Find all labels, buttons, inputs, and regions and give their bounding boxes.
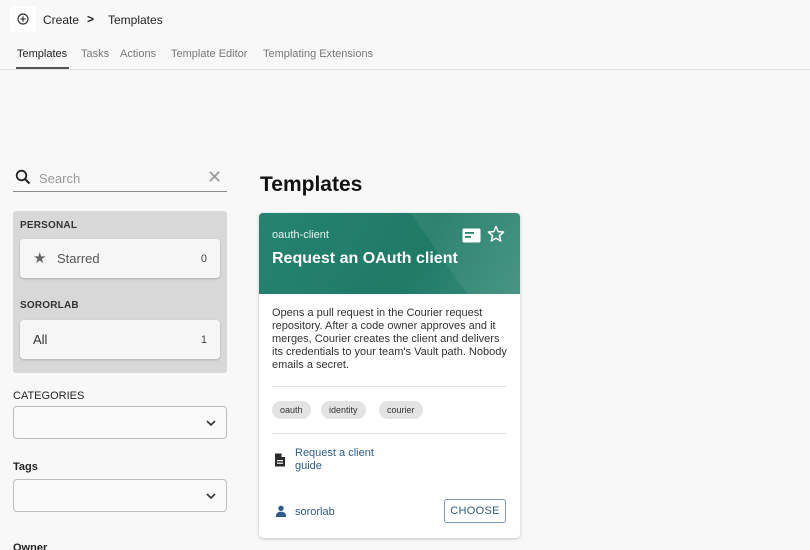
search-icon <box>15 169 31 185</box>
divider <box>272 433 506 434</box>
user-icon <box>275 505 287 517</box>
template-card: oauth-client Request an OAuth client Ope… <box>259 213 520 538</box>
document-icon[interactable] <box>462 228 481 243</box>
page-title: Templates <box>260 173 363 196</box>
filter-starred-label: Starred <box>57 251 100 266</box>
card-description: Opens a pull request in the Courier requ… <box>272 307 507 371</box>
filter-all[interactable]: All 1 <box>20 320 220 359</box>
tag-chip[interactable]: identity <box>321 401 366 419</box>
breadcrumb-current: Templates <box>108 13 163 27</box>
star-outline-icon[interactable] <box>487 225 505 243</box>
filter-starred-count: 0 <box>200 253 207 265</box>
guide-link[interactable]: Request a client guide <box>295 447 395 473</box>
owner-label: Owner <box>13 542 48 550</box>
tags-label: Tags <box>13 461 38 473</box>
chevron-down-icon <box>206 420 216 427</box>
tab-templating-extensions[interactable]: Templating Extensions <box>263 48 373 60</box>
tab-tasks[interactable]: Tasks <box>81 48 109 60</box>
close-icon[interactable]: ✕ <box>207 168 222 186</box>
filter-all-label: All <box>33 332 48 347</box>
owner-filter-panel: PERSONAL ★ Starred 0 SORORLAB All 1 <box>13 211 227 373</box>
org-heading: SORORLAB <box>20 300 79 311</box>
choose-button[interactable]: CHOOSE <box>444 499 506 523</box>
plus-circle-icon[interactable] <box>10 6 36 32</box>
star-icon: ★ <box>33 250 47 267</box>
categories-label: CATEGORIES <box>13 390 85 402</box>
chevron-down-icon <box>206 493 216 500</box>
card-header: oauth-client Request an OAuth client <box>259 213 520 331</box>
card-title: Request an OAuth client <box>272 250 458 267</box>
breadcrumb: Create > Templates <box>0 0 810 40</box>
tag-chip[interactable]: courier <box>379 401 423 419</box>
tags-select[interactable] <box>13 479 227 512</box>
divider <box>272 386 506 387</box>
card-type: oauth-client <box>272 229 329 241</box>
active-tab-indicator <box>16 67 69 69</box>
file-icon <box>275 453 285 467</box>
categories-select[interactable] <box>13 406 227 439</box>
tab-bar: Templates Tasks Actions Template Editor … <box>0 40 810 70</box>
owner-link[interactable]: sororlab <box>295 506 335 518</box>
personal-heading: PERSONAL <box>20 220 78 231</box>
chevron-right-icon: > <box>87 12 95 26</box>
search-field: ✕ <box>13 165 227 192</box>
filter-all-count: 1 <box>200 334 207 346</box>
tag-chip[interactable]: oauth <box>272 401 311 419</box>
filter-starred[interactable]: ★ Starred 0 <box>20 239 220 278</box>
search-input[interactable] <box>39 168 199 188</box>
tab-templates[interactable]: Templates <box>17 48 67 60</box>
breadcrumb-create-link[interactable]: Create <box>43 13 79 27</box>
tab-actions[interactable]: Actions <box>120 48 156 60</box>
tab-template-editor[interactable]: Template Editor <box>171 48 247 60</box>
